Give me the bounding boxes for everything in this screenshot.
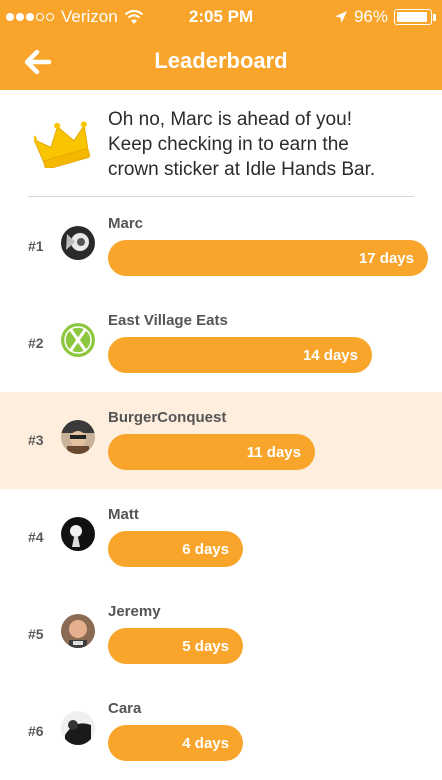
battery-icon	[394, 9, 432, 25]
leaderboard-row-current-user[interactable]: #3 BurgerConquest 11 days	[0, 392, 442, 489]
days-label: 5 days	[182, 637, 229, 655]
avatar[interactable]	[61, 614, 95, 648]
avatar[interactable]	[61, 226, 95, 260]
leaderboard-row[interactable]: #5 Jeremy 5 days	[0, 586, 442, 683]
divider	[28, 196, 414, 197]
avatar[interactable]	[61, 323, 95, 357]
avatar[interactable]	[61, 420, 95, 454]
user-name[interactable]: BurgerConquest	[108, 409, 226, 426]
days-label: 17 days	[358, 249, 414, 267]
battery-tip	[433, 13, 436, 21]
days-bar[interactable]: 17 days	[108, 240, 428, 276]
avatar[interactable]	[61, 517, 95, 551]
rank-label: #4	[28, 529, 44, 545]
banner-message: Oh no, Marc is ahead of you! Keep checki…	[108, 107, 428, 182]
leaderboard-row[interactable]: #4 Matt 6 days	[0, 489, 442, 586]
leaderboard-list: #1 Marc 17 days #2 East Village Eats 14 …	[0, 198, 442, 780]
avatar[interactable]	[61, 711, 95, 745]
user-name[interactable]: Cara	[108, 700, 141, 717]
crown-icon	[34, 121, 91, 168]
rank-label: #3	[28, 432, 44, 448]
nav-bar: Leaderboard	[0, 34, 442, 90]
location-arrow-icon	[334, 11, 347, 23]
days-bar[interactable]: 14 days	[108, 337, 372, 373]
days-label: 14 days	[302, 346, 358, 364]
user-name[interactable]: Matt	[108, 506, 139, 523]
banner-line-2: Keep checking in to earn the	[108, 134, 349, 155]
days-bar[interactable]: 11 days	[108, 434, 315, 470]
days-label: 6 days	[182, 540, 229, 558]
status-bar: Verizon 2:05 PM 96%	[0, 0, 442, 34]
days-bar[interactable]: 6 days	[108, 531, 243, 567]
page-title: Leaderboard	[154, 48, 288, 73]
leaderboard-row[interactable]: #6 Cara 4 days	[0, 683, 442, 780]
battery-level	[397, 12, 427, 22]
rank-label: #2	[28, 335, 44, 351]
user-name[interactable]: Marc	[108, 215, 143, 232]
leaderboard-row[interactable]: #1 Marc 17 days	[0, 198, 442, 295]
banner-line-3: crown sticker at Idle Hands Bar.	[108, 159, 376, 180]
days-bar[interactable]: 5 days	[108, 628, 243, 664]
rank-label: #5	[28, 626, 44, 642]
user-name[interactable]: Jeremy	[108, 603, 161, 620]
leader-banner: Oh no, Marc is ahead of you! Keep checki…	[0, 90, 442, 198]
user-name[interactable]: East Village Eats	[108, 312, 228, 329]
rank-label: #1	[28, 238, 44, 254]
status-right: 96%	[334, 7, 436, 27]
app-header: Verizon 2:05 PM 96% Leaderboard	[0, 0, 442, 90]
rank-label: #6	[28, 723, 44, 739]
days-label: 4 days	[182, 734, 229, 752]
days-label: 11 days	[246, 443, 301, 461]
battery-percentage: 96%	[353, 7, 388, 26]
leaderboard-row[interactable]: #2 East Village Eats 14 days	[0, 295, 442, 392]
banner-line-1: Oh no, Marc is ahead of you!	[108, 109, 352, 130]
